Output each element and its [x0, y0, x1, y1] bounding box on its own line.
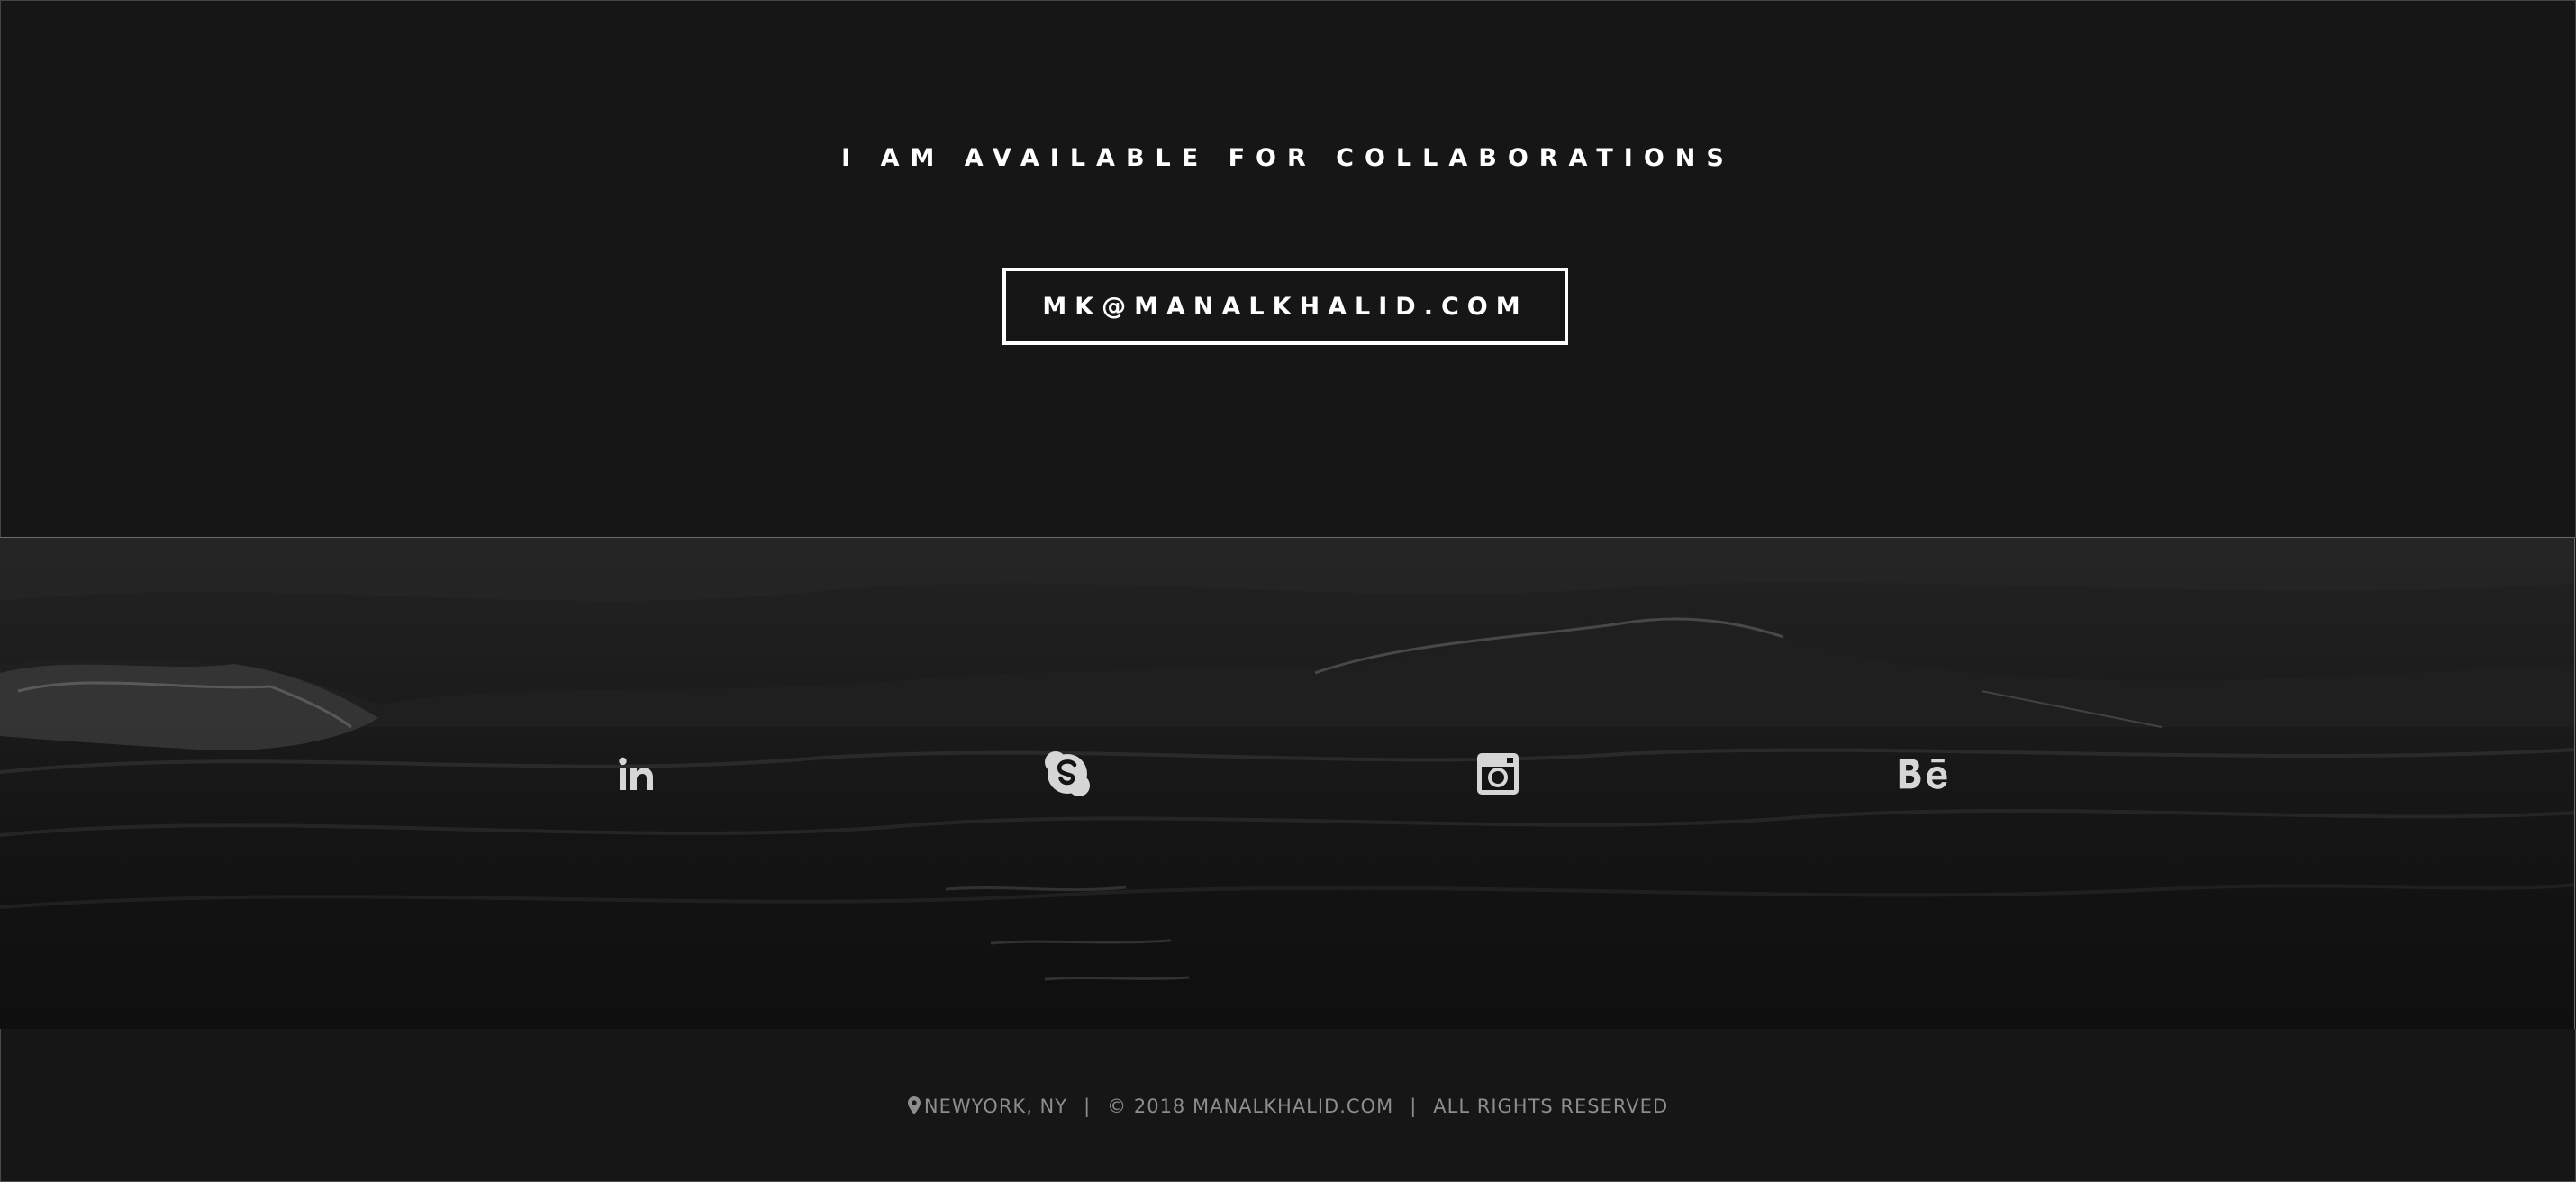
instagram-icon — [1477, 753, 1519, 795]
footer-copyright: © 2018 MANALKHALID.COM — [1107, 1096, 1394, 1117]
email-button[interactable]: MK@MANALKHALID.COM — [1002, 268, 1568, 345]
collaboration-heading: I AM AVAILABLE FOR COLLABORATIONS — [841, 144, 1735, 172]
behance-link[interactable] — [1898, 747, 1952, 801]
footer-info: NEWYORK, NY | © 2018 MANALKHALID.COM | ALL R… — [0, 1096, 2576, 1117]
skype-link[interactable] — [1040, 747, 1094, 801]
footer-separator: | — [1084, 1096, 1092, 1117]
footer-rights: ALL RIGHTS RESERVED — [1433, 1096, 1669, 1117]
linkedin-icon — [619, 757, 653, 790]
footer-location: NEWYORK, NY — [923, 1096, 1068, 1117]
social-band — [0, 537, 2575, 1031]
footer-separator: | — [1410, 1096, 1418, 1117]
linkedin-link[interactable] — [610, 747, 664, 801]
ocean-background-image — [0, 538, 2574, 981]
behance-icon — [1899, 759, 1947, 789]
skype-icon — [1045, 751, 1090, 796]
collaboration-section: I AM AVAILABLE FOR COLLABORATIONS MK@MAN… — [0, 0, 2576, 538]
email-button-label: MK@MANALKHALID.COM — [1042, 292, 1528, 321]
instagram-link[interactable] — [1471, 747, 1525, 801]
map-pin-icon — [907, 1096, 921, 1114]
